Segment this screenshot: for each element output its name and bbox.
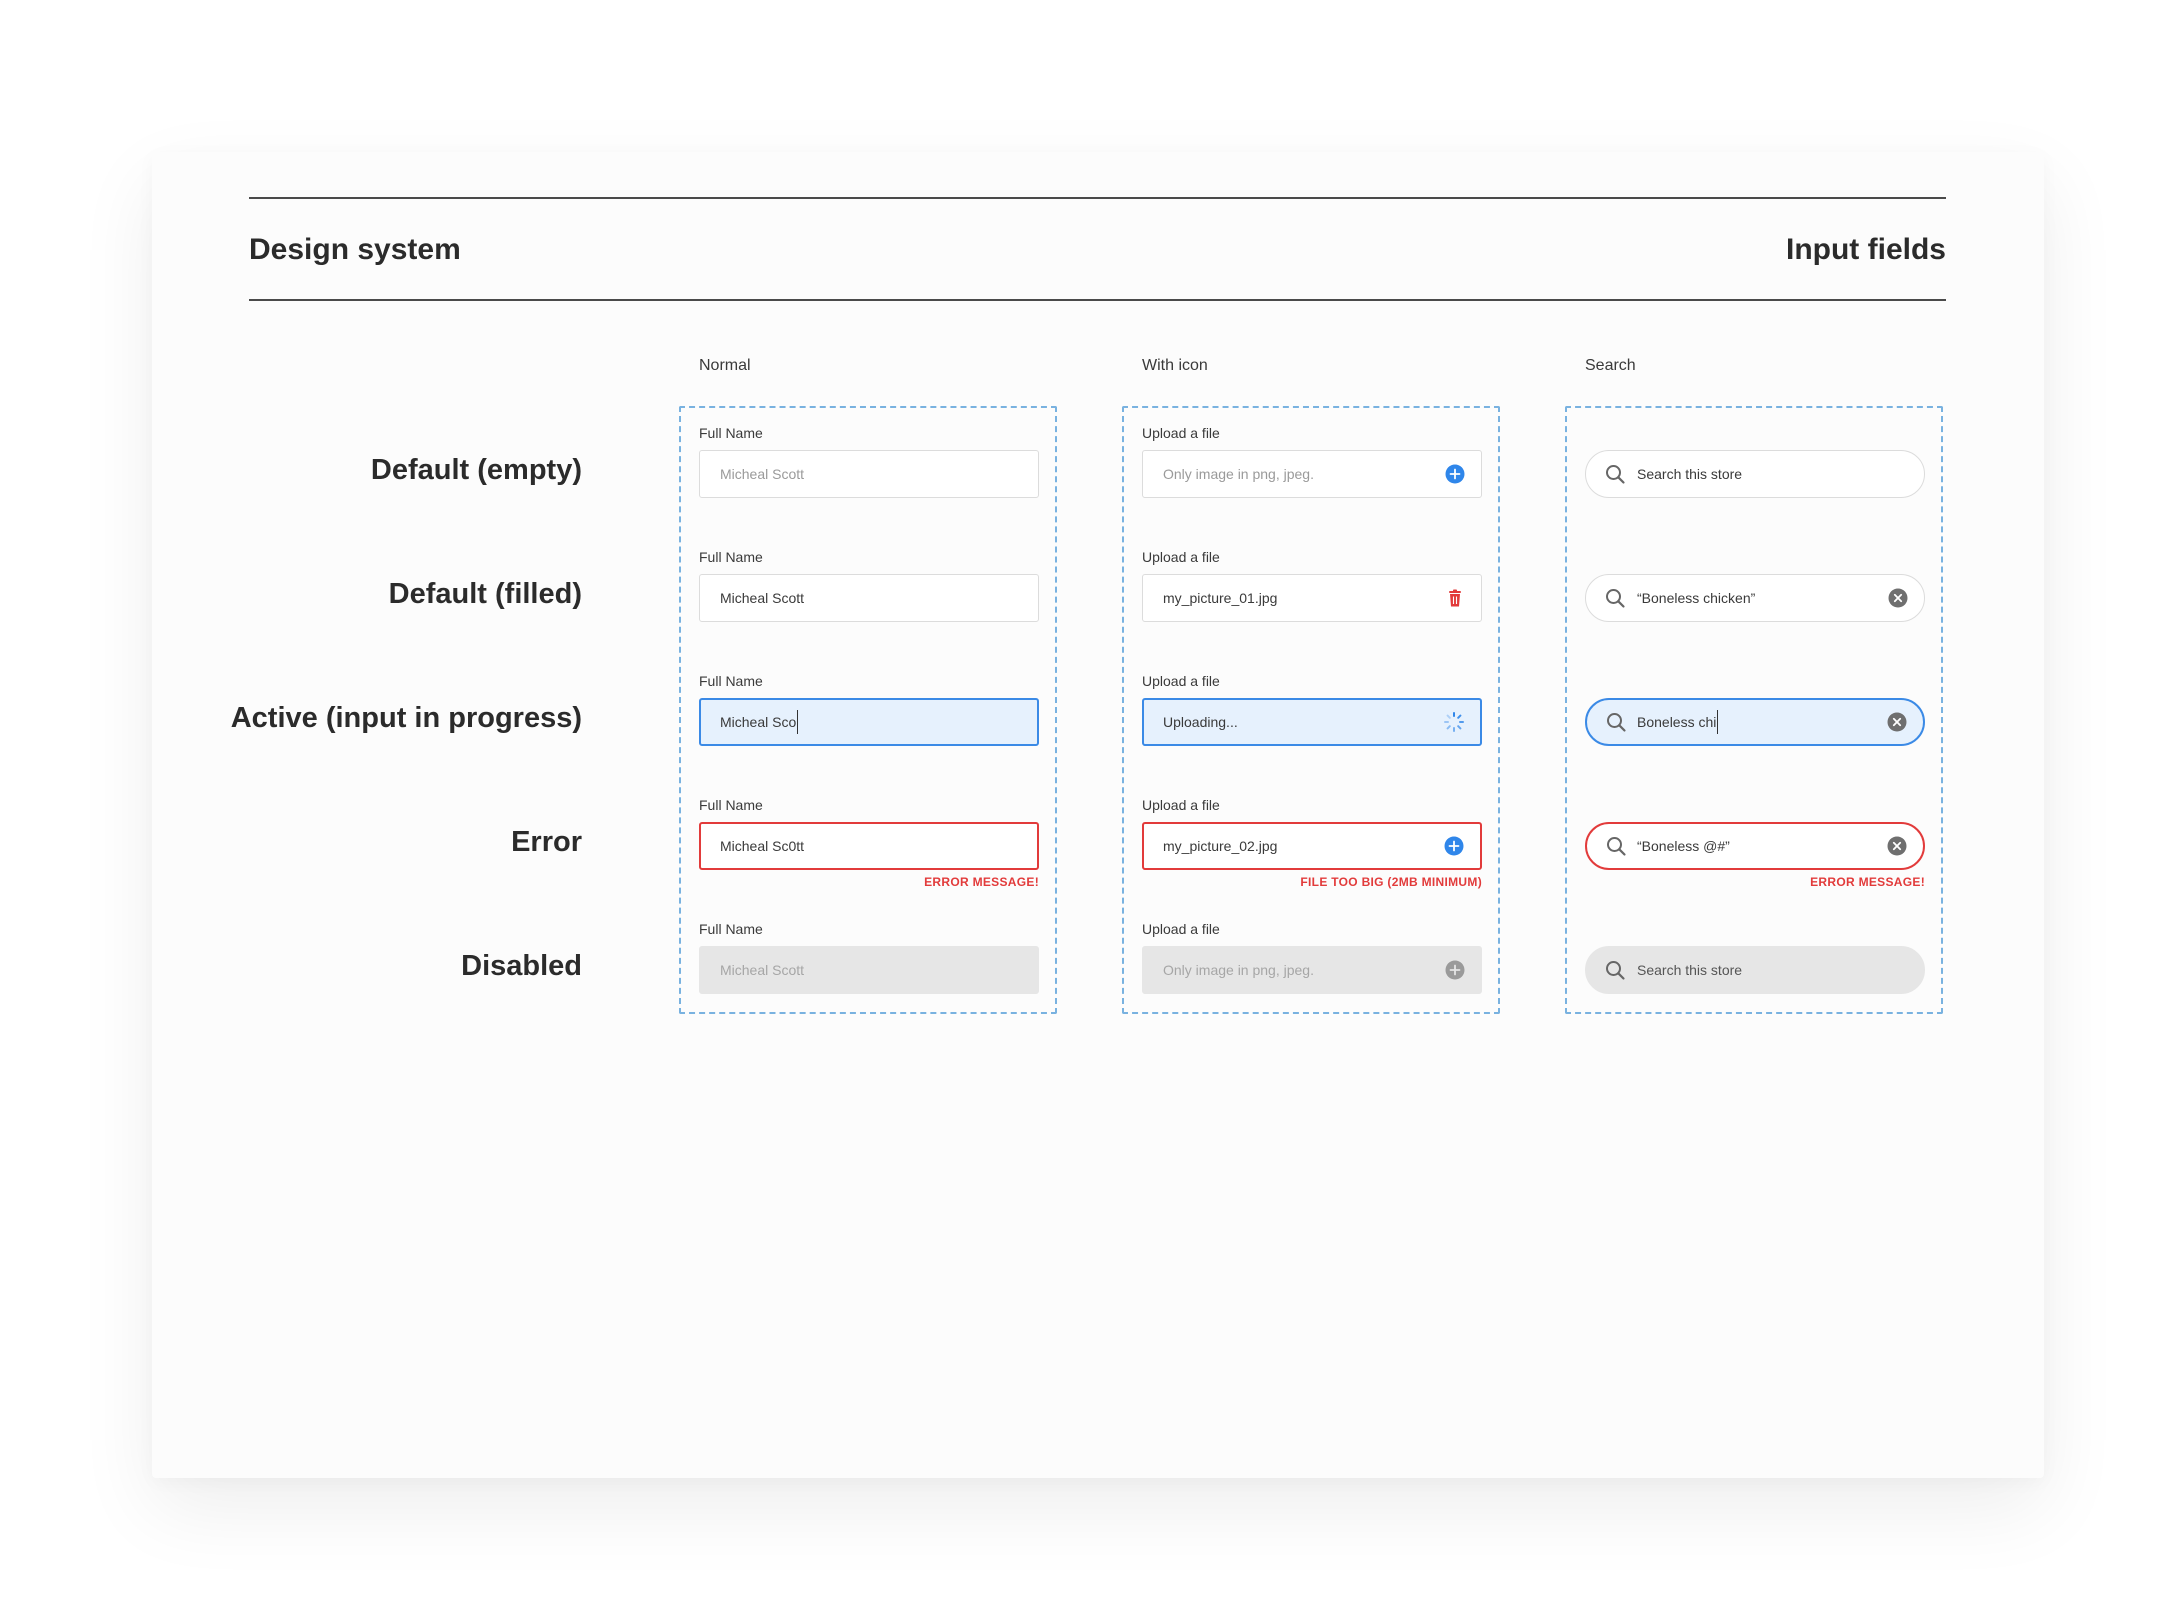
- text-cursor: [1717, 710, 1719, 734]
- error-message: ERROR MESSAGE!: [924, 875, 1039, 889]
- plus-circle-icon[interactable]: [1443, 835, 1465, 857]
- spinner-icon: [1444, 712, 1464, 732]
- field-label-upload: Upload a file: [1142, 797, 1220, 813]
- input-placeholder: Only image in png, jpeg.: [1163, 962, 1314, 978]
- upload-input-error[interactable]: my_picture_02.jpg: [1142, 822, 1482, 870]
- input-value: Micheal Scott: [720, 590, 805, 606]
- plus-circle-icon: [1445, 960, 1465, 980]
- search-icon: [1607, 837, 1626, 856]
- error-message: ERROR MESSAGE!: [1810, 875, 1925, 889]
- column-heading-search: Search: [1585, 357, 1636, 374]
- input-value: Uploading...: [1163, 714, 1238, 730]
- input-placeholder: Only image in png, jpeg.: [1163, 466, 1314, 482]
- error-message: FILE TOO BIG (2MB MINIMUM): [1300, 875, 1482, 889]
- row-label-default-filled: Default (filled): [388, 578, 582, 610]
- input-placeholder: Search this store: [1637, 466, 1743, 482]
- input-value: Micheal Sco: [720, 714, 797, 730]
- row-label-disabled: Disabled: [461, 950, 582, 982]
- row-label-default-empty: Default (empty): [370, 454, 582, 486]
- row-label-error: Error: [511, 826, 582, 858]
- upload-input-disabled: Only image in png, jpeg.: [1142, 946, 1482, 994]
- field-label-full-name: Full Name: [699, 673, 763, 689]
- search-input-active[interactable]: Boneless chi: [1585, 698, 1925, 746]
- input-value: Boneless chi: [1637, 714, 1717, 730]
- input-value: my_picture_02.jpg: [1163, 838, 1278, 854]
- search-icon: [1606, 589, 1625, 608]
- search-input-empty[interactable]: Search this store: [1585, 450, 1925, 498]
- upload-input-active[interactable]: Uploading...: [1142, 698, 1482, 746]
- input-value: Micheal Sc0tt: [720, 838, 805, 854]
- search-icon: [1607, 713, 1626, 732]
- upload-input-empty[interactable]: Only image in png, jpeg.: [1142, 450, 1482, 498]
- input-placeholder: Search this store: [1637, 962, 1743, 978]
- clear-circle-icon[interactable]: [1886, 835, 1908, 857]
- search-input-error[interactable]: “Boneless @#”: [1585, 822, 1925, 870]
- search-icon: [1606, 465, 1625, 484]
- field-label-full-name: Full Name: [699, 549, 763, 565]
- clear-circle-icon[interactable]: [1886, 711, 1908, 733]
- input-value: “Boneless chicken”: [1637, 590, 1756, 606]
- full-name-input-empty[interactable]: Micheal Scott: [699, 450, 1039, 498]
- field-label-upload: Upload a file: [1142, 549, 1220, 565]
- clear-circle-icon[interactable]: [1887, 587, 1909, 609]
- full-name-input-disabled: Micheal Scott: [699, 946, 1039, 994]
- column-heading-with-icon: With icon: [1142, 357, 1208, 374]
- plus-circle-icon[interactable]: [1444, 463, 1466, 485]
- field-label-upload: Upload a file: [1142, 921, 1220, 937]
- search-icon: [1606, 961, 1625, 980]
- field-label-full-name: Full Name: [699, 797, 763, 813]
- full-name-input-active[interactable]: Micheal Sco: [699, 698, 1039, 746]
- input-placeholder: Micheal Scott: [720, 466, 805, 482]
- field-label-full-name: Full Name: [699, 921, 763, 937]
- input-value: my_picture_01.jpg: [1163, 590, 1278, 606]
- page-title: Design system: [249, 233, 461, 266]
- search-input-filled[interactable]: “Boneless chicken”: [1585, 574, 1925, 622]
- column-heading-normal: Normal: [699, 357, 751, 374]
- text-cursor: [797, 710, 799, 734]
- header-bottom-divider: [249, 299, 1946, 301]
- row-label-active: Active (input in progress): [230, 702, 582, 734]
- field-label-upload: Upload a file: [1142, 673, 1220, 689]
- input-placeholder: Micheal Scott: [720, 962, 805, 978]
- field-label-full-name: Full Name: [699, 425, 763, 441]
- full-name-input-error[interactable]: Micheal Sc0tt: [699, 822, 1039, 870]
- trash-icon[interactable]: [1444, 587, 1466, 609]
- search-input-disabled: Search this store: [1585, 946, 1925, 994]
- upload-input-filled[interactable]: my_picture_01.jpg: [1142, 574, 1482, 622]
- field-label-upload: Upload a file: [1142, 425, 1220, 441]
- header-top-divider: [249, 197, 1946, 199]
- input-value: “Boneless @#”: [1637, 838, 1730, 854]
- full-name-input-filled[interactable]: Micheal Scott: [699, 574, 1039, 622]
- section-title: Input fields: [1786, 233, 1946, 266]
